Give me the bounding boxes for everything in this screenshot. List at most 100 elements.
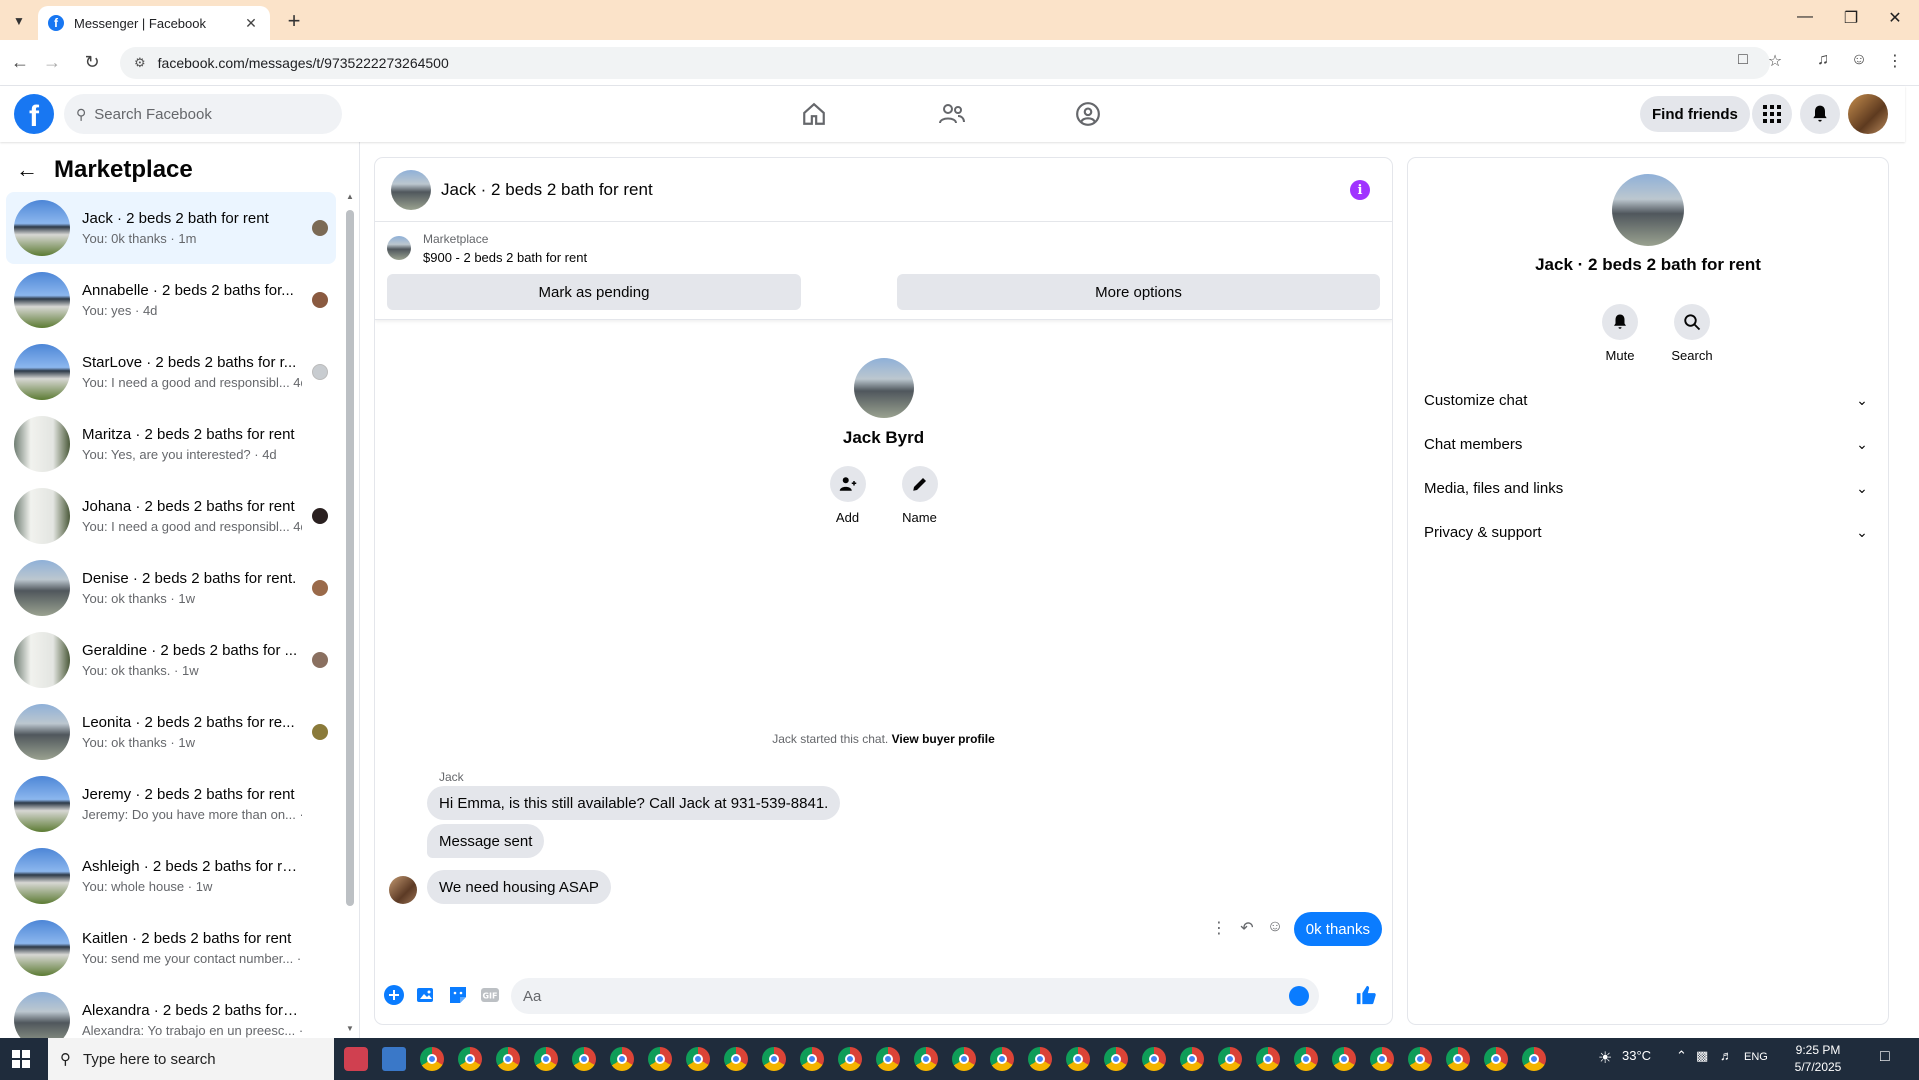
chrome-app-icon[interactable] [686, 1047, 710, 1071]
friends-icon[interactable] [932, 96, 972, 132]
chrome-app-icon[interactable] [1218, 1047, 1242, 1071]
new-tab-icon[interactable]: + [282, 8, 306, 34]
chrome-app-icon[interactable] [990, 1047, 1014, 1071]
chat-info-avatar[interactable] [1612, 174, 1684, 246]
incoming-message[interactable]: We need housing ASAP [427, 870, 611, 904]
chrome-app-icon[interactable] [952, 1047, 976, 1071]
close-tab-icon[interactable]: ✕ [242, 15, 260, 32]
conversation-item[interactable]: Ashleigh · 2 beds 2 baths for rent You: w… [6, 840, 336, 912]
magnifier-icon[interactable] [1674, 304, 1710, 340]
bookmark-star-icon[interactable]: ☆ [1764, 51, 1786, 71]
account-avatar[interactable] [1848, 94, 1888, 134]
back-icon[interactable]: ← [8, 52, 32, 73]
view-buyer-profile-link[interactable]: View buyer profile [892, 732, 995, 746]
chrome-app-icon[interactable] [534, 1047, 558, 1071]
chat-members-section[interactable]: Chat members ⌄ [1424, 426, 1872, 462]
windows-start-icon[interactable] [12, 1050, 30, 1068]
facebook-search-input[interactable] [94, 105, 315, 123]
forward-icon[interactable]: → [40, 52, 64, 73]
taskbar-clock[interactable]: 9:25 PM 5/7/2025 [1778, 1042, 1858, 1076]
sender-avatar[interactable] [389, 876, 417, 904]
tab-list-icon[interactable]: ▼ [8, 10, 30, 32]
photo-icon[interactable] [415, 984, 437, 1006]
chrome-app-icon[interactable] [1142, 1047, 1166, 1071]
chrome-app-icon[interactable] [572, 1047, 596, 1071]
media-files-links-section[interactable]: Media, files and links ⌄ [1424, 470, 1872, 506]
tray-expand-icon[interactable]: ⌃ [1676, 1048, 1687, 1064]
chrome-app-icon[interactable] [496, 1047, 520, 1071]
facebook-search[interactable]: ⚲ [64, 94, 342, 134]
chrome-app-icon[interactable] [800, 1047, 824, 1071]
file-explorer-icon[interactable] [382, 1047, 406, 1071]
chat-title[interactable]: Jack · 2 beds 2 bath for rent [441, 180, 653, 200]
chrome-app-icon[interactable] [724, 1047, 748, 1071]
back-arrow-icon[interactable]: ← [16, 157, 38, 183]
conversation-item[interactable]: Denise · 2 beds 2 baths for rent. You: ok… [6, 552, 336, 624]
chrome-app-icon[interactable] [1522, 1047, 1546, 1071]
chrome-app-icon[interactable] [420, 1047, 444, 1071]
chrome-app-icon[interactable] [648, 1047, 672, 1071]
groups-icon[interactable] [1068, 96, 1108, 132]
chrome-app-icon[interactable] [610, 1047, 634, 1071]
mute-action[interactable]: Mute [1590, 304, 1650, 363]
message-input-wrapper[interactable] [511, 978, 1319, 1014]
volume-icon[interactable]: ♬ [1720, 1048, 1733, 1063]
restore-icon[interactable]: ❐ [1836, 8, 1866, 28]
info-icon[interactable]: i [1350, 180, 1370, 200]
incoming-message[interactable]: Message sent [427, 824, 545, 858]
site-info-icon[interactable]: ⚙ [134, 55, 146, 71]
conversation-item[interactable]: Geraldine · 2 beds 2 baths for ... You: o… [6, 624, 336, 696]
chrome-app-icon[interactable] [1408, 1047, 1432, 1071]
conversation-item[interactable]: Johana · 2 beds 2 baths for rent You: I n… [6, 480, 336, 552]
network-icon[interactable]: ▩ [1696, 1048, 1708, 1064]
mark-as-pending-button[interactable]: Mark as pending [387, 274, 801, 310]
thumbs-up-icon[interactable] [1355, 984, 1377, 1006]
temperature[interactable]: 33°C [1622, 1048, 1651, 1063]
message-input[interactable] [523, 987, 1263, 1005]
chrome-app-icon[interactable] [1256, 1047, 1280, 1071]
chrome-app-icon[interactable] [876, 1047, 900, 1071]
home-icon[interactable] [794, 96, 834, 132]
reply-icon[interactable]: ↶ [1236, 918, 1258, 938]
search-action[interactable]: Search [1662, 304, 1722, 363]
sidebar-scrollbar-thumb[interactable] [346, 210, 354, 906]
conversation-item[interactable]: StarLove · 2 beds 2 baths for r... You: I… [6, 336, 336, 408]
sticker-icon[interactable] [447, 984, 469, 1006]
pencil-icon[interactable] [901, 466, 938, 502]
chrome-app-icon[interactable] [838, 1047, 862, 1071]
conversation-item[interactable]: Maritza · 2 beds 2 baths for rent You: Ye… [6, 408, 336, 480]
bell-icon[interactable] [1602, 304, 1638, 340]
reload-icon[interactable]: ↻ [80, 52, 104, 73]
add-action[interactable]: Add [828, 466, 868, 525]
profile-icon[interactable]: ☺ [1848, 51, 1870, 69]
browser-tab[interactable]: f Messenger | Facebook ✕ [38, 6, 270, 40]
chrome-app-icon[interactable] [1484, 1047, 1508, 1071]
chrome-app-icon[interactable] [1104, 1047, 1128, 1071]
add-person-icon[interactable] [829, 466, 866, 502]
emoji-icon[interactable] [1289, 986, 1309, 1006]
outgoing-message[interactable]: 0k thanks [1293, 912, 1382, 946]
browser-menu-icon[interactable]: ⋮ [1884, 51, 1906, 71]
listing-price-title[interactable]: $900 - 2 beds 2 bath for rent [423, 250, 587, 265]
page-scrollbar[interactable] [1905, 86, 1919, 1036]
find-friends-button[interactable]: Find friends [1640, 96, 1750, 132]
chrome-app-icon[interactable] [762, 1047, 786, 1071]
notification-center-icon[interactable]: □ [1880, 1048, 1890, 1066]
chrome-app-icon[interactable] [914, 1047, 938, 1071]
chrome-app-icon[interactable] [1332, 1047, 1356, 1071]
menu-grid-icon[interactable] [1752, 94, 1792, 134]
listing-thumbnail[interactable] [387, 236, 411, 260]
chrome-app-icon[interactable] [1180, 1047, 1204, 1071]
conversation-item[interactable]: Jack · 2 beds 2 bath for rent You: 0k tha… [6, 192, 336, 264]
weather-icon[interactable]: ☀ [1598, 1048, 1612, 1068]
media-control-icon[interactable]: ♫ [1812, 51, 1834, 69]
privacy-support-section[interactable]: Privacy & support ⌄ [1424, 514, 1872, 550]
minimize-icon[interactable]: — [1790, 8, 1820, 26]
conversation-item[interactable]: Kaitlen · 2 beds 2 baths for rent You: se… [6, 912, 336, 984]
chrome-app-icon[interactable] [1066, 1047, 1090, 1071]
profile-avatar[interactable] [853, 358, 914, 418]
plus-circle-icon[interactable] [383, 984, 405, 1006]
conversation-item[interactable]: Jeremy · 2 beds 2 baths for rent Jeremy: … [6, 768, 336, 840]
chat-thumbnail[interactable] [391, 169, 431, 210]
chrome-app-icon[interactable] [458, 1047, 482, 1071]
